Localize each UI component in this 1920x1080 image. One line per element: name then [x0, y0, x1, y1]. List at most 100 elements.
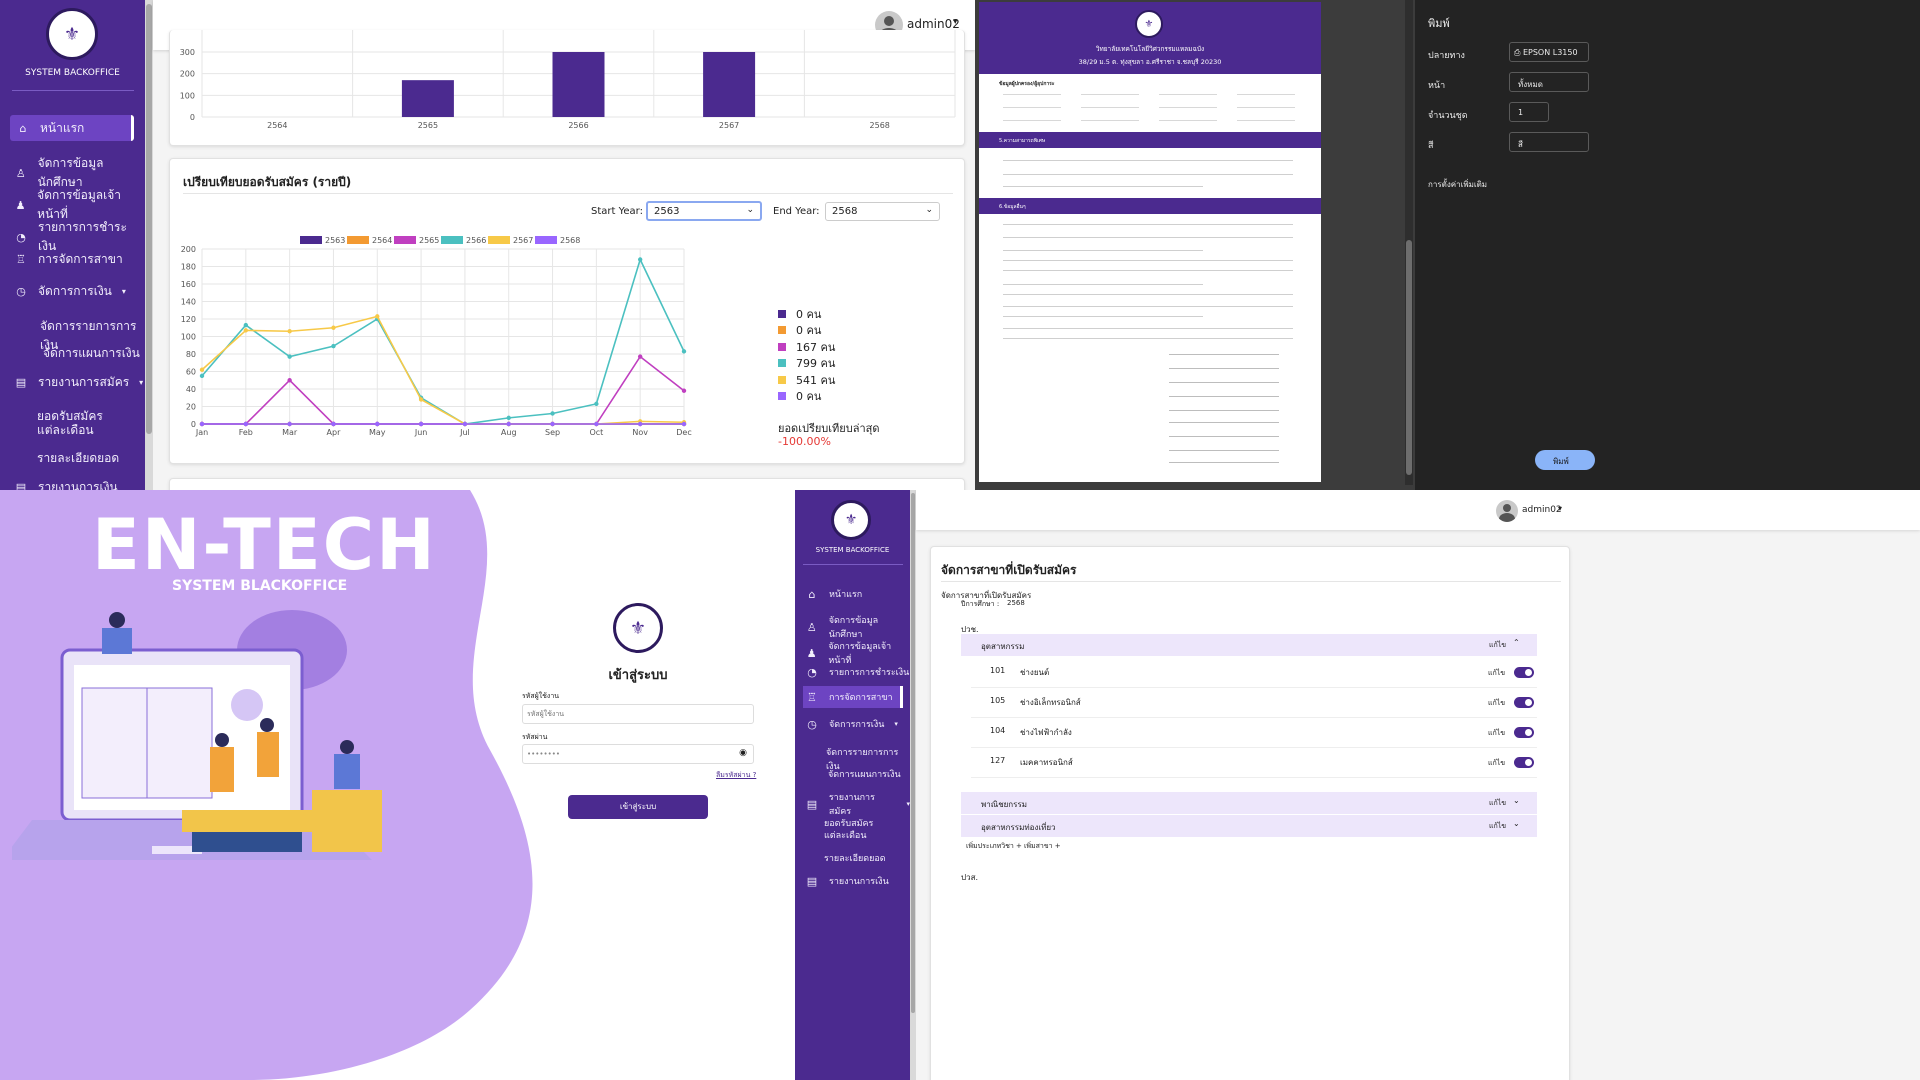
- edit-link[interactable]: แก้ไข: [1488, 668, 1505, 679]
- legend-label[interactable]: 2564: [372, 236, 392, 245]
- data-point[interactable]: [331, 325, 336, 330]
- sidebar-sub-monthly[interactable]: ยอดรับสมัครแต่ละเดือน: [824, 818, 894, 842]
- legend-label[interactable]: 2568: [560, 236, 580, 245]
- data-point[interactable]: [681, 349, 687, 354]
- legend-swatch[interactable]: [394, 236, 416, 244]
- data-point[interactable]: [418, 397, 424, 402]
- data-point[interactable]: [331, 421, 336, 427]
- legend-swatch[interactable]: [488, 236, 510, 244]
- data-point[interactable]: [199, 373, 205, 379]
- data-point[interactable]: [594, 401, 599, 407]
- data-point[interactable]: [243, 322, 249, 328]
- sidebar-item-finance[interactable]: ◷ จัดการการเงิน ▾: [14, 282, 126, 301]
- edit-link[interactable]: แก้ไข: [1489, 640, 1506, 651]
- username[interactable]: admin02: [907, 17, 960, 31]
- data-point[interactable]: [199, 367, 205, 372]
- active-toggle[interactable]: [1514, 667, 1534, 678]
- sidebar-sub-detail[interactable]: รายละเอียดยอด: [824, 851, 886, 865]
- active-toggle[interactable]: [1514, 697, 1534, 708]
- data-point[interactable]: [331, 343, 336, 349]
- sidebar-sub-monthly[interactable]: ยอดรับสมัครแต่ละเดือน: [37, 409, 117, 437]
- sidebar-item-payments[interactable]: ◔ รายการการชำระเงิน: [805, 665, 909, 679]
- legend-label[interactable]: 2567: [513, 236, 533, 245]
- avatar[interactable]: [1496, 500, 1518, 522]
- data-point[interactable]: [375, 314, 380, 319]
- data-point[interactable]: [506, 421, 511, 427]
- data-point[interactable]: [287, 329, 292, 334]
- data-point[interactable]: [594, 421, 599, 427]
- data-point[interactable]: [287, 354, 292, 359]
- data-point[interactable]: [199, 421, 205, 427]
- copies-input[interactable]: 1: [1509, 102, 1549, 122]
- legend-swatch[interactable]: [300, 236, 322, 244]
- data-point[interactable]: [243, 328, 249, 333]
- sidebar-item-home[interactable]: ⌂ หน้าแรก: [805, 587, 863, 601]
- group-header-industry[interactable]: อุตสาหกรรม แก้ไข ⌃: [961, 634, 1537, 656]
- add-branch-link[interactable]: เพิ่มสาขา +: [1024, 841, 1061, 852]
- more-settings-link[interactable]: การตั้งค่าเพิ่มเติม: [1428, 178, 1487, 191]
- edit-link[interactable]: แก้ไข: [1488, 758, 1505, 769]
- data-point[interactable]: [550, 411, 555, 416]
- data-point[interactable]: [637, 421, 643, 427]
- group-header-commerce[interactable]: พาณิชยกรรม แก้ไข ⌄: [961, 792, 1537, 814]
- data-point[interactable]: [462, 421, 468, 427]
- chevron-down-icon[interactable]: ▾: [953, 17, 958, 27]
- login-button[interactable]: เข้าสู่ระบบ: [568, 795, 708, 819]
- sidebar-item-reports[interactable]: ▤ รายงานการสมัคร ▾: [805, 790, 910, 818]
- username[interactable]: admin02: [1522, 505, 1562, 515]
- sidebar-sub-finance-plan[interactable]: จัดการแผนการเงิน: [43, 344, 140, 363]
- sidebar-sub-detail[interactable]: รายละเอียดยอด: [37, 449, 119, 468]
- active-toggle[interactable]: [1514, 727, 1534, 738]
- legend-label[interactable]: 2566: [466, 236, 486, 245]
- edit-link[interactable]: แก้ไข: [1489, 798, 1506, 809]
- legend-swatch[interactable]: [347, 236, 369, 244]
- data-point[interactable]: [550, 421, 555, 427]
- data-point[interactable]: [637, 257, 643, 262]
- data-point[interactable]: [681, 388, 687, 393]
- chevron-up-icon[interactable]: ⌃: [1513, 638, 1520, 647]
- sidebar-item-reports[interactable]: ▤ รายงานการสมัคร ▾: [14, 373, 143, 392]
- eye-icon[interactable]: ◉: [739, 748, 747, 758]
- legend-label[interactable]: 2565: [419, 236, 439, 245]
- chevron-down-icon[interactable]: ⌄: [1513, 796, 1520, 805]
- data-point[interactable]: [375, 421, 380, 427]
- group-header-tourism[interactable]: อุตสาหกรรมท่องเที่ยว แก้ไข ⌄: [961, 815, 1537, 837]
- sidebar-item-staff[interactable]: ♟ จัดการข้อมูลเจ้าหน้าที่: [805, 639, 910, 667]
- chevron-down-icon[interactable]: ⌄: [1513, 819, 1520, 828]
- edit-link[interactable]: แก้ไข: [1488, 728, 1505, 739]
- add-type-link[interactable]: เพิ่มประเภทวิชา +: [966, 841, 1022, 852]
- sidebar-item-home[interactable]: ⌂ หน้าแรก: [10, 115, 134, 141]
- sidebar-sub-finance-plan[interactable]: จัดการแผนการเงิน: [828, 767, 901, 781]
- sidebar-item-branches[interactable]: ♖ การจัดการสาขา: [803, 686, 903, 708]
- sidebar-item-finance-report[interactable]: ▤ รายงานการเงิน: [14, 478, 118, 490]
- sidebar-item-students[interactable]: ♙ จัดการข้อมูลนักศึกษา: [805, 613, 910, 641]
- sidebar-scrollbar[interactable]: [910, 490, 916, 1080]
- color-select[interactable]: สี: [1509, 132, 1589, 152]
- username-input[interactable]: [522, 704, 754, 724]
- sidebar-item-finance[interactable]: ◷ จัดการการเงิน ▾: [805, 717, 898, 731]
- sidebar-item-branches[interactable]: ♖ การจัดการสาขา: [14, 250, 123, 269]
- sidebar-scrollbar[interactable]: [145, 0, 153, 490]
- data-point[interactable]: [637, 354, 643, 359]
- legend-label[interactable]: 2563: [325, 236, 345, 245]
- legend-swatch[interactable]: [441, 236, 463, 244]
- print-button[interactable]: พิมพ์: [1535, 450, 1595, 470]
- pages-select[interactable]: ทั้งหมด: [1509, 72, 1589, 92]
- edit-link[interactable]: แก้ไข: [1488, 698, 1505, 709]
- dest-select[interactable]: ⎙ EPSON L3150: [1509, 42, 1589, 62]
- start-year-select[interactable]: 2563 ⌄: [646, 201, 762, 221]
- data-point[interactable]: [418, 421, 424, 427]
- password-input[interactable]: •••••••• ◉: [522, 744, 754, 764]
- forgot-password-link[interactable]: ลืมรหัสผ่าน ?: [716, 770, 756, 781]
- data-point[interactable]: [243, 421, 249, 427]
- data-point[interactable]: [287, 421, 292, 427]
- active-toggle[interactable]: [1514, 757, 1534, 768]
- data-point[interactable]: [287, 378, 292, 383]
- edit-link[interactable]: แก้ไข: [1489, 821, 1506, 832]
- sidebar-item-finance-report[interactable]: ▤ รายงานการเงิน: [805, 874, 889, 888]
- end-year-select[interactable]: 2568 ⌄: [825, 202, 940, 221]
- chevron-down-icon[interactable]: ▾: [1558, 504, 1562, 513]
- preview-scrollbar[interactable]: [1405, 0, 1413, 485]
- data-point[interactable]: [506, 415, 511, 421]
- legend-swatch[interactable]: [535, 236, 557, 244]
